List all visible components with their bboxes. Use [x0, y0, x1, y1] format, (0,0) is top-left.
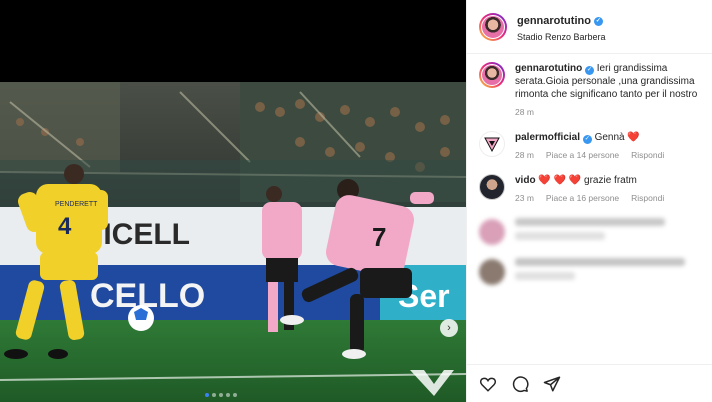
comment-text: ❤️ ❤️ ❤️ grazie fratm [538, 175, 637, 186]
post-media-panel: ONTICELL CELLO Ser PENDERETT 4 7 › [0, 0, 466, 402]
comment-icon[interactable] [511, 375, 529, 393]
instagram-post-viewer: ONTICELL CELLO Ser PENDERETT 4 7 › genna… [0, 0, 712, 402]
verified-badge-icon: ✓ [585, 65, 594, 75]
post-actions-bar [467, 364, 712, 402]
post-photo[interactable]: ONTICELL CELLO Ser PENDERETT 4 7 › [0, 82, 466, 402]
comments-list: gennarotutino ✓ Ieri grandissima serata.… [467, 62, 712, 364]
avatar[interactable] [479, 174, 505, 200]
carousel-indicator [205, 393, 237, 397]
avatar [479, 219, 505, 245]
carousel-dot [226, 393, 230, 397]
comment-item: vido ❤️ ❤️ ❤️ grazie fratm 23 m Piace a … [467, 174, 712, 205]
striker-jersey-number: 7 [372, 222, 386, 252]
carousel-dot [205, 393, 209, 397]
reply-button[interactable]: Rispondi [631, 192, 664, 205]
post-header: gennarotutino ✓ Stadio Renzo Barbera [467, 0, 712, 54]
defender-jersey-number: 4 [58, 213, 72, 240]
send-icon[interactable] [543, 375, 561, 393]
carousel-dot [233, 393, 237, 397]
verified-badge-icon: ✓ [593, 16, 603, 26]
blurred-comment [467, 257, 712, 287]
caption: gennarotutino ✓ Ieri grandissima serata.… [467, 62, 712, 119]
defender-jersey-name: PENDERETT [55, 201, 98, 208]
avatar[interactable] [479, 62, 505, 88]
comment-likes[interactable]: Piace a 14 persone [546, 149, 619, 162]
comment-item: palermofficial ✓ Gennà ❤️ 28 m Piace a 1… [467, 131, 712, 162]
next-slide-button[interactable]: › [440, 319, 458, 337]
comment-likes[interactable]: Piace a 16 persone [546, 192, 619, 205]
football-match-photo: ONTICELL CELLO Ser PENDERETT 4 7 [0, 82, 466, 402]
heart-icon[interactable] [479, 375, 497, 393]
author-username[interactable]: gennarotutino [517, 15, 591, 27]
comment-text: Gennà ❤️ [594, 132, 640, 143]
verified-badge-icon: ✓ [582, 134, 592, 144]
post-location[interactable]: Stadio Renzo Barbera [517, 32, 606, 42]
blurred-comment [467, 217, 712, 247]
avatar [479, 259, 505, 285]
caption-time: 28 m [515, 107, 534, 117]
caption-username[interactable]: gennarotutino [515, 63, 582, 74]
reply-button[interactable]: Rispondi [631, 149, 664, 162]
avatar[interactable] [479, 12, 507, 41]
comment-time: 28 m [515, 150, 534, 160]
comment-username[interactable]: palermofficial [515, 132, 580, 143]
comment-username[interactable]: vido [515, 175, 536, 186]
palermo-logo-avatar[interactable] [479, 131, 505, 157]
carousel-dot [219, 393, 223, 397]
post-side-panel: gennarotutino ✓ Stadio Renzo Barbera gen… [466, 0, 712, 402]
carousel-dot [212, 393, 216, 397]
comment-time: 23 m [515, 193, 534, 203]
